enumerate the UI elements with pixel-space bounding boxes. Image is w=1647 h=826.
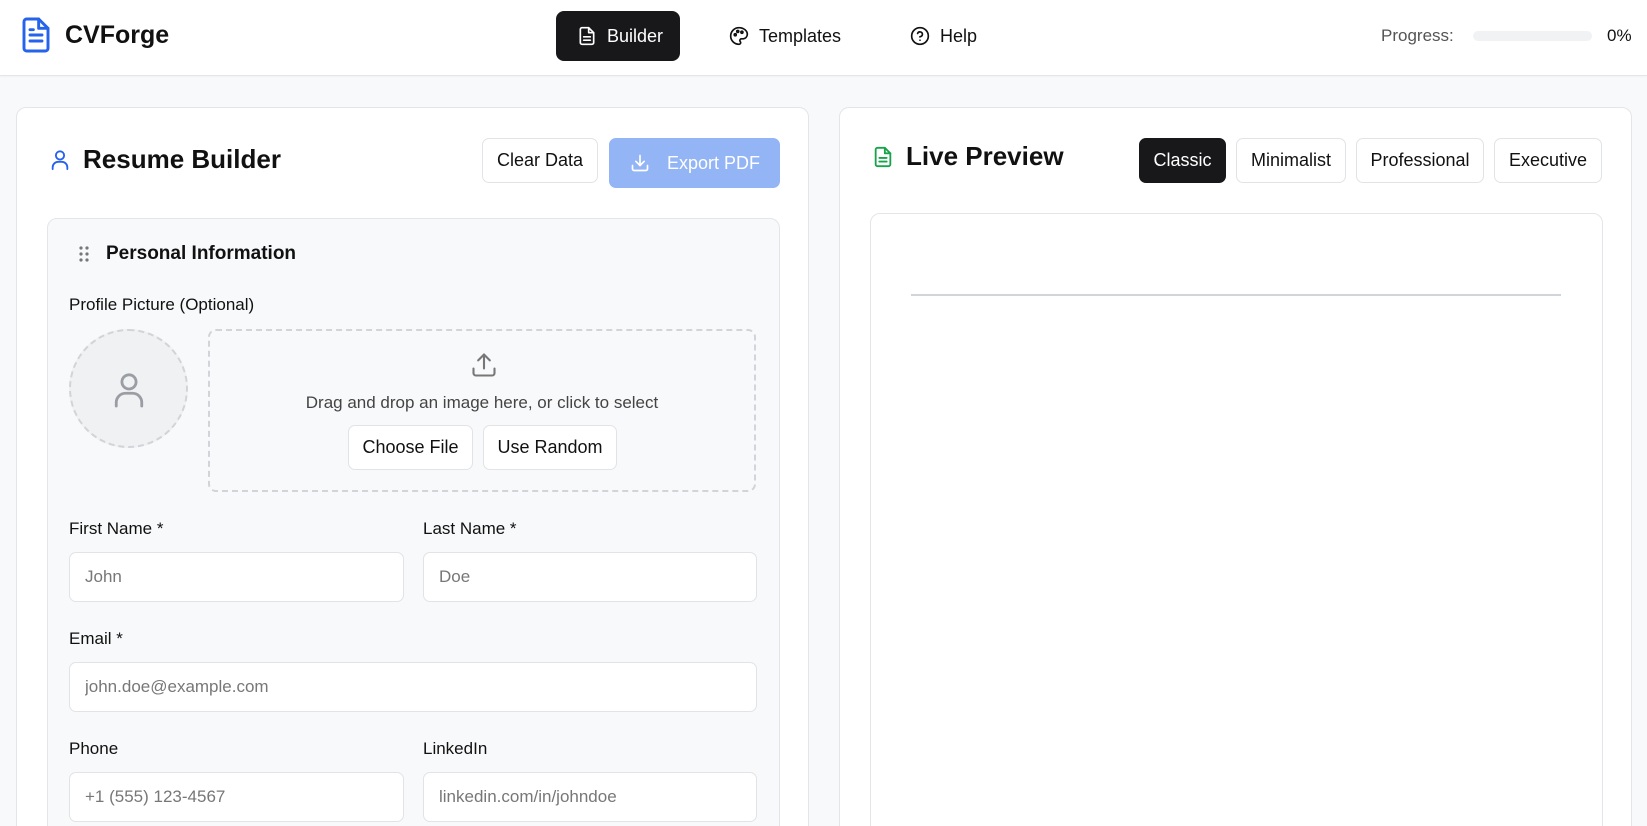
last-name-input[interactable] [423,552,757,602]
app-logo[interactable]: CVForge [20,16,169,54]
palette-icon [729,26,749,46]
last-name-label: Last Name * [423,519,517,538]
email-input[interactable] [69,662,757,712]
drag-handle-icon[interactable] [78,245,90,263]
template-executive-button[interactable]: Executive [1494,138,1602,183]
email-label: Email * [69,629,123,648]
first-name-input[interactable] [69,552,404,602]
download-icon [631,154,649,172]
export-pdf-button[interactable]: Export PDF [609,138,780,188]
nav-builder[interactable]: Builder [556,11,680,61]
dropzone-text: Drag and drop an image here, or click to… [305,393,659,412]
live-preview-title-text: Live Preview [906,141,1064,171]
template-classic-button[interactable]: Classic [1139,138,1226,183]
help-circle-icon [910,26,930,46]
first-name-label: First Name * [69,519,164,538]
live-preview-title: Live Preview [872,141,1064,172]
app-name: CVForge [65,20,170,49]
section-title: Personal Information [106,243,297,264]
progress-percent: 0% [1607,26,1632,45]
nav-help-label: Help [940,25,978,46]
progress-bar [1473,31,1592,41]
document-icon [579,26,595,46]
export-pdf-label: Export PDF [667,152,761,173]
preview-divider [911,294,1561,296]
resume-preview-canvas [870,213,1603,826]
image-dropzone[interactable]: Drag and drop an image here, or click to… [208,329,756,492]
nav-help[interactable]: Help [910,11,977,61]
template-professional-button[interactable]: Professional [1356,138,1484,183]
personal-information-section: Personal Information Profile Picture (Op… [47,218,780,826]
user-icon [114,372,143,407]
linkedin-label: LinkedIn [423,739,488,758]
choose-file-button[interactable]: Choose File [348,425,473,470]
phone-label: Phone [69,739,119,758]
resume-builder-panel: Resume Builder Clear Data Export PDF Per… [16,107,809,826]
upload-icon [472,353,496,377]
profile-picture-label: Profile Picture (Optional) [69,295,255,314]
progress-label: Progress: [1381,26,1454,45]
top-navbar: CVForge Builder Templates Help Progress:… [0,0,1647,76]
file-text-icon [22,17,50,53]
linkedin-input[interactable] [423,772,757,822]
user-icon [51,149,69,170]
nav-templates-label: Templates [759,25,842,46]
section-header: Personal Information [78,243,296,265]
avatar-placeholder [69,329,188,448]
clear-data-button[interactable]: Clear Data [482,138,598,183]
nav-builder-label: Builder [607,25,664,46]
phone-input[interactable] [69,772,404,822]
resume-builder-title: Resume Builder [49,144,281,175]
resume-builder-title-text: Resume Builder [83,144,281,174]
template-minimalist-button[interactable]: Minimalist [1236,138,1346,183]
nav-templates[interactable]: Templates [729,11,841,61]
live-preview-panel: Live Preview Classic Minimalist Professi… [839,107,1632,826]
file-text-icon [874,146,892,167]
use-random-button[interactable]: Use Random [483,425,617,470]
